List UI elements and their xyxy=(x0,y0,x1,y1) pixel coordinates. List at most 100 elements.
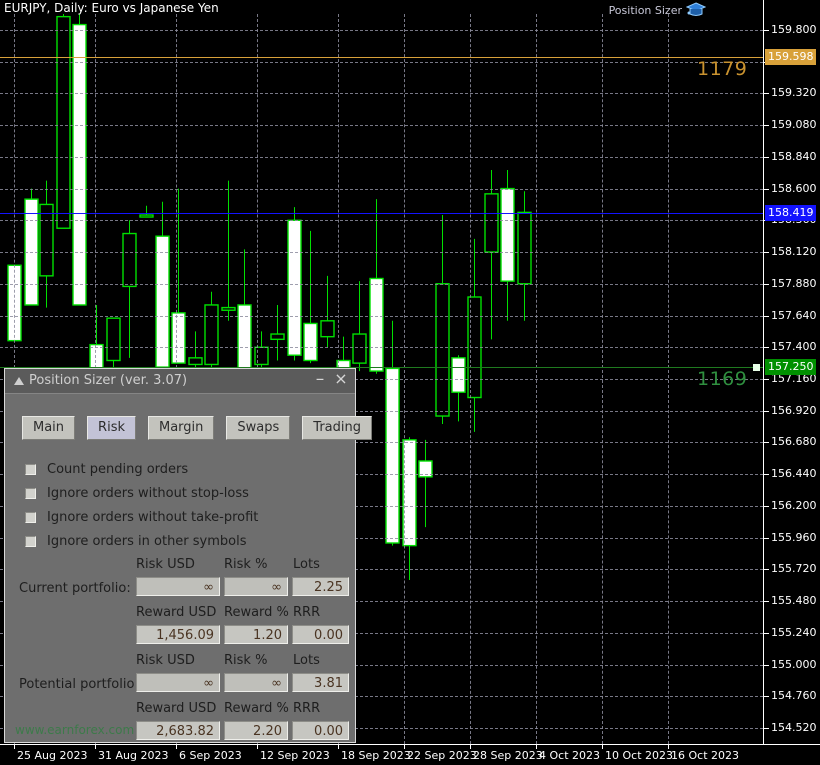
field-current-risk-pct[interactable]: ∞ xyxy=(224,577,288,596)
gridline-horizontal xyxy=(0,316,763,317)
candlestick xyxy=(436,215,449,424)
tab-swaps[interactable]: Swaps xyxy=(226,416,290,440)
checkbox-ignore-orders-without-stop-loss[interactable] xyxy=(25,488,36,499)
time-tick xyxy=(176,745,177,749)
gridline-horizontal xyxy=(0,189,763,190)
candlestick xyxy=(271,305,284,361)
field-potential-risk-pct[interactable]: ∞ xyxy=(224,673,288,692)
checkbox-row-count-pending-orders[interactable]: Count pending orders xyxy=(25,462,188,477)
tab-main[interactable]: Main xyxy=(22,416,75,440)
checkbox-count-pending-orders[interactable] xyxy=(25,464,36,475)
price-tick xyxy=(764,665,769,666)
candlestick xyxy=(25,189,38,305)
candlestick xyxy=(518,191,531,321)
position-sizer-chart-handle[interactable]: Position Sizer xyxy=(609,2,706,18)
price-tick-label: 155.240 xyxy=(771,626,817,639)
field-potential-risk-usd[interactable]: ∞ xyxy=(136,673,220,692)
position-sizer-panel[interactable]: Position Sizer (ver. 3.07) – × Main Risk… xyxy=(4,368,356,743)
field-current-reward-pct[interactable]: 1.20 xyxy=(224,625,288,644)
tab-margin[interactable]: Margin xyxy=(148,416,214,440)
gridline-vertical xyxy=(536,14,537,744)
price-tick xyxy=(764,316,769,317)
price-tick-label: 155.000 xyxy=(771,658,817,671)
price-tick-label: 158.600 xyxy=(771,182,817,195)
time-axis[interactable]: 25 Aug 202331 Aug 20236 Sep 202312 Sep 2… xyxy=(0,744,820,765)
gridline-horizontal xyxy=(0,252,763,253)
checkbox-label-ignore-orders-without-take-profit: Ignore orders without take-profit xyxy=(47,510,258,525)
header-current-reward-pct: Reward % xyxy=(224,605,289,620)
gridline-horizontal xyxy=(0,157,763,158)
checkbox-row-ignore-other-symbols[interactable]: Ignore orders in other symbols xyxy=(25,534,247,549)
time-tick xyxy=(602,745,603,749)
price-tick xyxy=(764,30,769,31)
header-potential-risk-pct: Risk % xyxy=(224,653,267,668)
field-current-reward-usd[interactable]: 1,456.09 xyxy=(136,625,220,644)
price-tick-label: 159.800 xyxy=(771,23,817,36)
price-tick xyxy=(764,728,769,729)
checkbox-ignore-orders-in-other-symbols[interactable] xyxy=(25,536,36,547)
price-tick-label: 157.400 xyxy=(771,340,817,353)
take-profit-line[interactable] xyxy=(0,57,763,58)
price-badge-orange[interactable]: 159.598 xyxy=(765,49,816,65)
field-current-lots[interactable]: 2.25 xyxy=(292,577,349,596)
candlestick xyxy=(419,440,432,527)
checkbox-row-ignore-no-stop-loss[interactable]: Ignore orders without stop-loss xyxy=(25,486,249,501)
field-current-risk-usd[interactable]: ∞ xyxy=(136,577,220,596)
candlestick xyxy=(123,220,136,358)
price-tick xyxy=(764,569,769,570)
tab-risk[interactable]: Risk xyxy=(87,416,136,440)
price-tick-label: 159.080 xyxy=(771,118,817,131)
price-tick xyxy=(764,411,769,412)
time-tick xyxy=(14,745,15,749)
price-badge-green[interactable]: 157.250 xyxy=(765,359,816,375)
candlestick xyxy=(321,276,334,347)
candlestick xyxy=(222,181,235,321)
header-potential-rrr: RRR xyxy=(293,701,320,716)
price-tick-label: 154.760 xyxy=(771,689,817,702)
header-current-reward-usd: Reward USD xyxy=(136,605,216,620)
checkbox-label-ignore-orders-without-stop-loss: Ignore orders without stop-loss xyxy=(47,486,249,501)
price-tick xyxy=(764,252,769,253)
position-sizer-handle-label: Position Sizer xyxy=(609,4,682,17)
take-profit-line-pips-label: 1179 xyxy=(697,58,747,80)
price-tick-label: 159.320 xyxy=(771,86,817,99)
current-price-line[interactable] xyxy=(0,213,763,214)
candlestick xyxy=(304,231,317,363)
price-axis[interactable]: 159.800159.560159.320159.080158.840158.6… xyxy=(763,0,820,744)
field-current-rrr[interactable]: 0.00 xyxy=(292,625,349,644)
time-tick xyxy=(668,745,669,749)
minimize-button[interactable]: – xyxy=(311,370,329,388)
time-tick-label: 4 Oct 2023 xyxy=(539,749,600,762)
earnforex-link[interactable]: www.earnforex.com xyxy=(15,723,134,737)
label-potential-portfolio: Potential portfolio: xyxy=(19,677,139,692)
collapse-triangle-icon[interactable] xyxy=(14,377,24,385)
time-tick-label: 16 Oct 2023 xyxy=(671,749,739,762)
header-current-lots: Lots xyxy=(293,557,320,572)
stop-loss-line-handle[interactable] xyxy=(753,364,760,371)
header-current-risk-usd: Risk USD xyxy=(136,557,195,572)
panel-body: Main Risk Margin Swaps Trading Count pen… xyxy=(5,394,355,743)
price-tick-label: 158.840 xyxy=(771,150,817,163)
time-tick-label: 18 Sep 2023 xyxy=(341,749,411,762)
candlestick xyxy=(57,14,70,228)
checkbox-ignore-orders-without-take-profit[interactable] xyxy=(25,512,36,523)
time-tick-label: 6 Sep 2023 xyxy=(179,749,242,762)
gridline-horizontal xyxy=(0,220,763,221)
field-potential-reward-usd[interactable]: 2,683.82 xyxy=(136,721,220,740)
field-potential-reward-pct[interactable]: 2.20 xyxy=(224,721,288,740)
trading-terminal-window: EURJPY, Daily: Euro vs Japanese Yen Posi… xyxy=(0,0,820,765)
header-potential-lots: Lots xyxy=(293,653,320,668)
close-button[interactable]: × xyxy=(332,370,350,388)
field-potential-rrr[interactable]: 0.00 xyxy=(292,721,349,740)
panel-titlebar[interactable]: Position Sizer (ver. 3.07) – × xyxy=(5,369,355,394)
price-tick xyxy=(764,538,769,539)
checkbox-row-ignore-no-take-profit[interactable]: Ignore orders without take-profit xyxy=(25,510,258,525)
field-potential-lots[interactable]: 3.81 xyxy=(292,673,349,692)
price-tick-label: 157.640 xyxy=(771,309,817,322)
header-current-rrr: RRR xyxy=(293,605,320,620)
tab-trading[interactable]: Trading xyxy=(302,416,372,440)
price-tick-label: 155.480 xyxy=(771,594,817,607)
price-badge-blue[interactable]: 158.419 xyxy=(765,205,816,221)
price-tick xyxy=(764,189,769,190)
time-tick xyxy=(257,745,258,749)
